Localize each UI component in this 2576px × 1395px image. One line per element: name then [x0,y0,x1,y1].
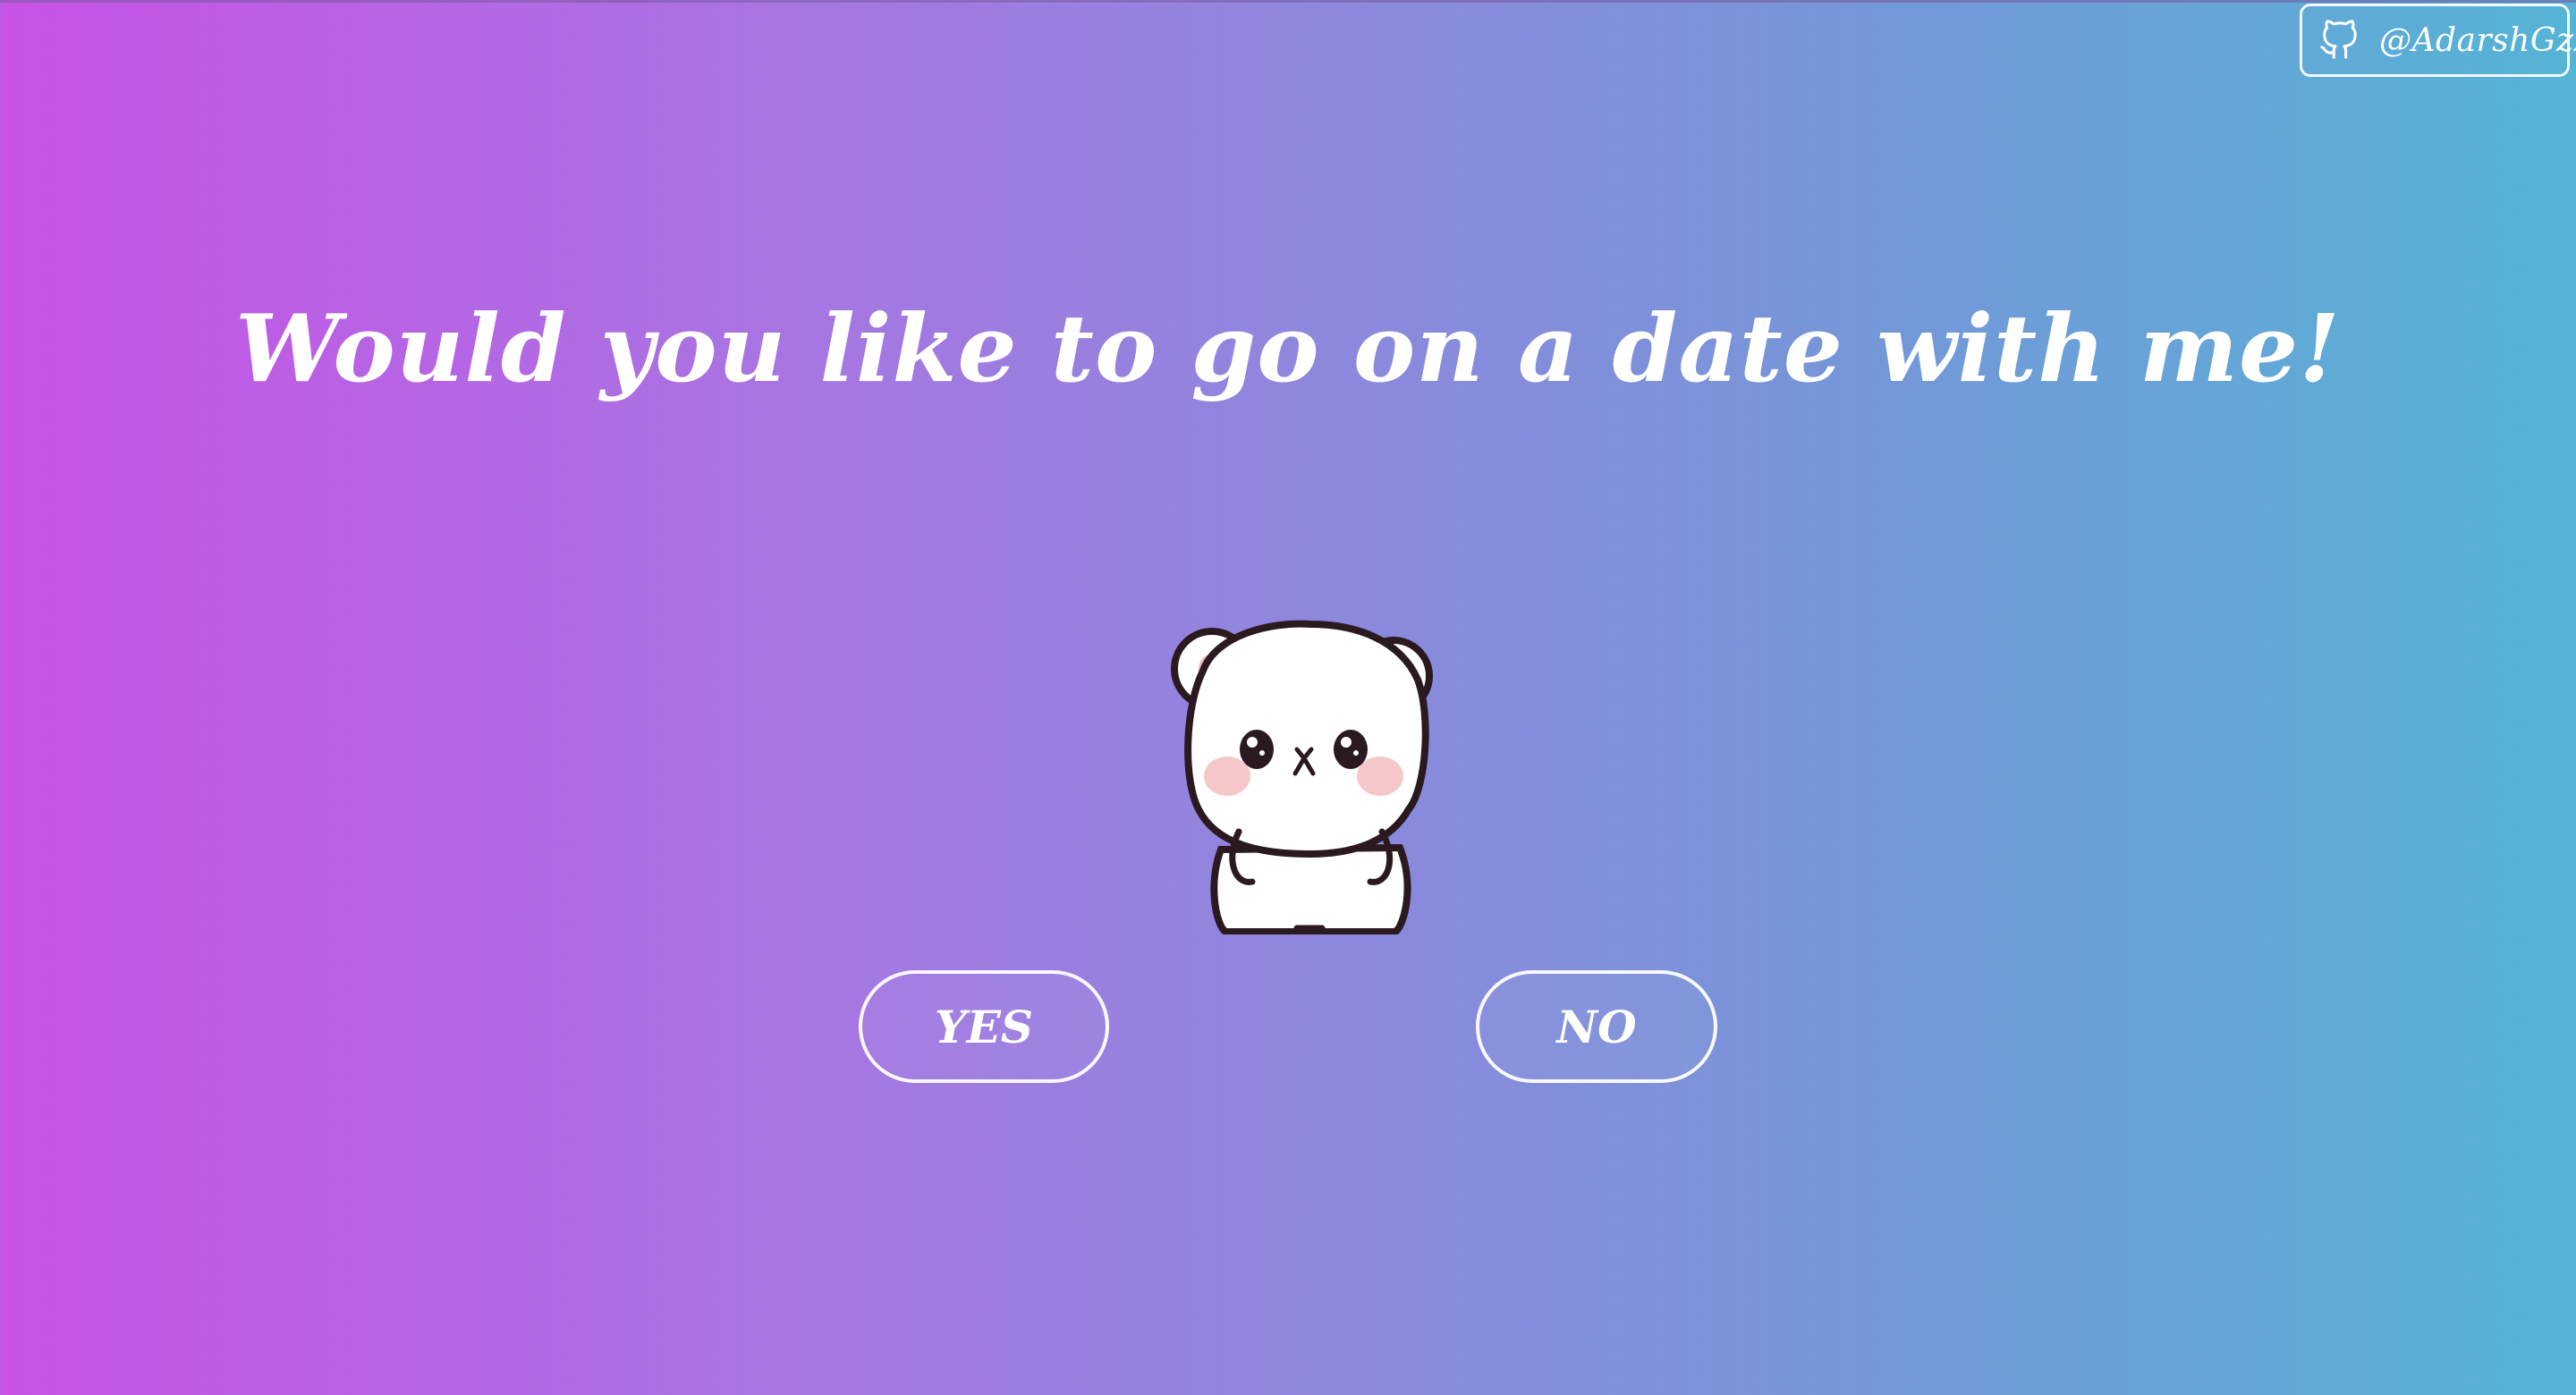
github-link[interactable]: @AdarshGzz [2300,4,2576,77]
no-button[interactable]: NO [1476,970,1717,1083]
github-icon [2318,18,2360,63]
bear-icon [1163,617,1458,935]
page-title: Would you like to go on a date with me! [235,293,2341,403]
top-border [0,0,2576,3]
yes-button[interactable]: YES [859,970,1109,1083]
github-handle: @AdarshGzz [2379,21,2576,59]
